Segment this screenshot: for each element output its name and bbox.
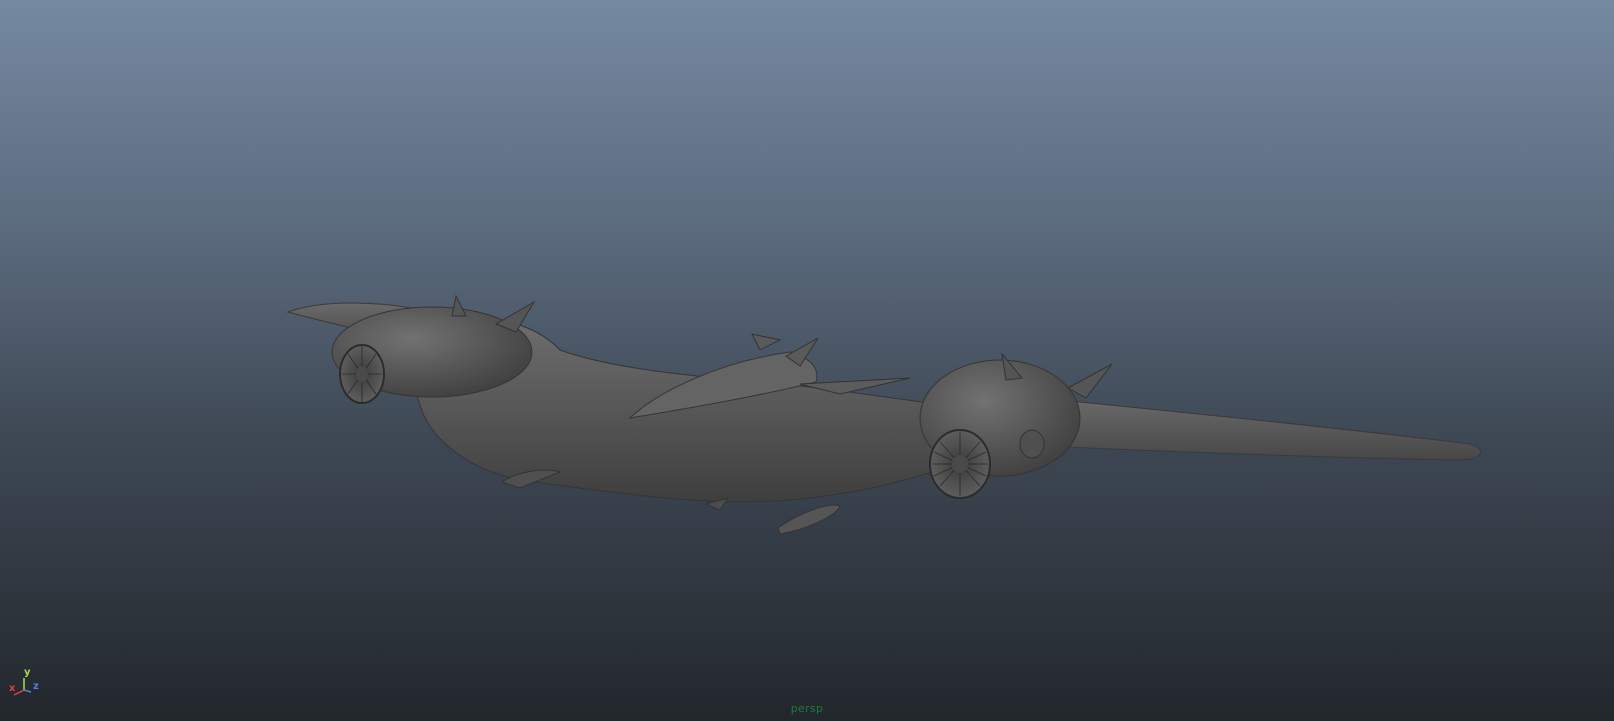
z-axis-line	[23, 689, 32, 693]
right-wing	[1039, 397, 1482, 461]
right-engine-exhaust	[1019, 429, 1045, 459]
3d-viewport[interactable]: y x z persp	[0, 0, 1614, 721]
x-axis-line	[13, 689, 25, 696]
left-fin-1	[451, 294, 467, 317]
lower-pod-2	[777, 504, 841, 535]
right-fin-2	[1066, 363, 1113, 399]
y-axis-label: y	[24, 667, 31, 678]
x-axis-label: x	[9, 683, 16, 694]
camera-name-label: persp	[790, 702, 824, 715]
aircraft-model-icon[interactable]	[0, 0, 1614, 721]
z-axis-label: z	[33, 681, 39, 692]
cockpit-tail-fin	[751, 333, 782, 351]
